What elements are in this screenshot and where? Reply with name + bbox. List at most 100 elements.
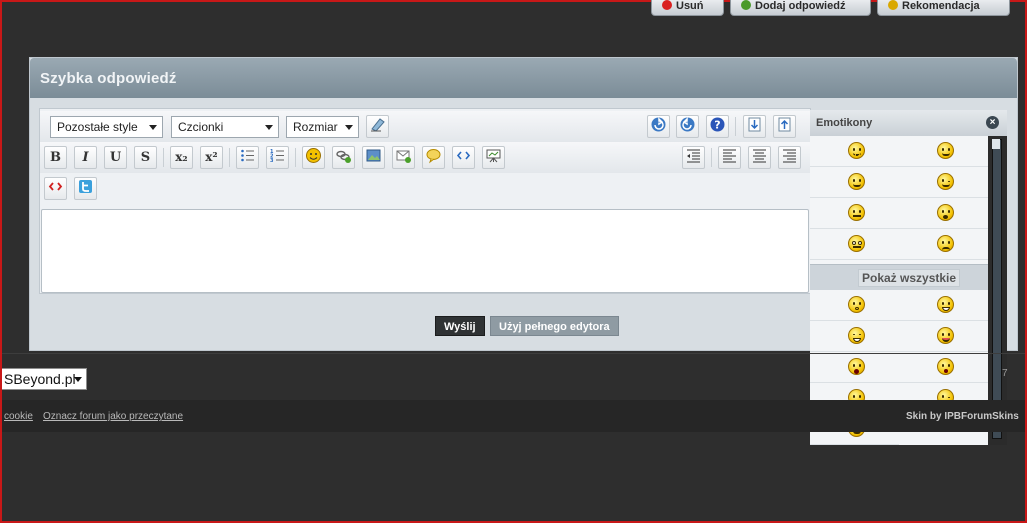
emoticon-neutral[interactable]	[810, 198, 899, 229]
emoticon-grid-top	[810, 136, 988, 264]
emoticon-ohmy[interactable]	[810, 290, 899, 321]
decrease-size-button[interactable]	[743, 115, 766, 138]
emoticon-shocked[interactable]	[810, 352, 899, 383]
emoticon-confused[interactable]	[810, 136, 899, 167]
numbered-list-icon: 123	[270, 149, 284, 164]
chevron-down-icon	[74, 377, 82, 382]
show-all-button[interactable]: Pokaż wszystkie	[858, 269, 961, 287]
skin-select[interactable]: SBeyond.pl	[2, 368, 87, 390]
emoticon-happy[interactable]	[810, 321, 899, 352]
align-right-button[interactable]	[778, 146, 801, 169]
toolbar-separator	[163, 148, 164, 167]
redo-icon	[651, 117, 666, 132]
align-left-icon	[723, 149, 736, 163]
rolleyes-face-icon	[848, 235, 865, 252]
cookie-link[interactable]: cookie	[4, 411, 33, 422]
emoticon-smile[interactable]	[810, 167, 899, 198]
twitter-button[interactable]	[74, 177, 97, 200]
emoticon-angry[interactable]	[899, 229, 988, 260]
emoticons-scrollbar[interactable]	[988, 136, 1007, 445]
emoticon-button[interactable]	[302, 146, 325, 169]
close-icon[interactable]: ×	[986, 116, 999, 129]
numbered-list-button[interactable]: 123	[266, 146, 289, 169]
insert-quote-button[interactable]	[422, 146, 445, 169]
align-right-icon	[783, 149, 796, 163]
style-select[interactable]: Pozostałe style	[50, 116, 163, 138]
scrollbar-arrow[interactable]	[992, 139, 1000, 149]
emoticon-tongue[interactable]	[899, 321, 988, 352]
outdent-icon	[687, 149, 700, 163]
remove-format-button[interactable]	[366, 115, 389, 138]
emoticon-rolleyes[interactable]	[810, 229, 899, 260]
image-icon	[366, 149, 381, 162]
bold-button[interactable]: B	[44, 146, 67, 169]
scrollbar-thumb[interactable]	[992, 139, 1002, 439]
angry-face-icon	[937, 235, 954, 252]
message-textarea[interactable]	[41, 209, 809, 293]
underline-button[interactable]: U	[104, 146, 127, 169]
twitter-icon	[79, 180, 92, 193]
help-button[interactable]: ?	[706, 115, 729, 138]
neutral-face-icon	[848, 204, 865, 221]
emoticons-panel: Emotikony × Pokaż wszystkie	[810, 110, 1007, 445]
mark-forum-read-link[interactable]: Oznacz forum jako przeczytane	[43, 411, 183, 422]
delete-post-button[interactable]: Usuń	[651, 0, 724, 16]
undo-button[interactable]	[676, 115, 699, 138]
toolbar-separator	[735, 117, 736, 136]
emoticon-laugh[interactable]	[899, 290, 988, 321]
outdent-button[interactable]	[682, 146, 705, 169]
emoticon-worried[interactable]	[899, 352, 988, 383]
chevron-down-icon	[265, 125, 273, 130]
add-reply-button[interactable]: Dodaj odpowiedź	[730, 0, 871, 16]
emoticon-surprised[interactable]	[899, 198, 988, 229]
tongue-face-icon	[937, 327, 954, 344]
emoticon-wink[interactable]	[899, 167, 988, 198]
skin-credit: Skin by IPBForumSkins	[906, 411, 1019, 422]
happy-face-icon	[848, 327, 865, 344]
code-icon	[456, 151, 471, 160]
insert-code-button[interactable]	[452, 146, 475, 169]
toolbar-row-2: B I U S x₂ x² 123	[40, 142, 810, 173]
full-editor-button[interactable]: Użyj pełnego edytora	[490, 316, 619, 336]
emoticon-thumbs-up[interactable]	[899, 136, 988, 167]
panel-title: Szybka odpowiedź	[30, 58, 1017, 98]
toolbar-separator	[295, 148, 296, 167]
toolbar-row-1: Pozostałe style Czcionki Rozmiar ?	[40, 111, 810, 142]
submit-button[interactable]: Wyślij	[435, 316, 485, 336]
thumbs-up-face-icon	[937, 142, 954, 159]
align-center-button[interactable]	[748, 146, 771, 169]
insert-media-button[interactable]	[482, 146, 505, 169]
footer-page-fragment: 7	[1002, 368, 1008, 379]
svg-text:3: 3	[270, 158, 274, 164]
arrow-up-icon	[778, 117, 791, 132]
strikethrough-button[interactable]: S	[134, 146, 157, 169]
undo-icon	[680, 117, 695, 132]
ohmy-face-icon	[848, 296, 865, 313]
recommend-button[interactable]: Rekomendacja	[877, 0, 1010, 16]
email-icon	[396, 150, 411, 163]
increase-size-button[interactable]	[773, 115, 796, 138]
superscript-button[interactable]: x²	[200, 146, 223, 169]
svg-text:?: ?	[714, 119, 720, 132]
insert-link-button[interactable]	[332, 146, 355, 169]
subscript-button[interactable]: x₂	[170, 146, 193, 169]
footer-divider	[2, 353, 1025, 354]
recommend-icon	[888, 0, 898, 10]
help-icon: ?	[710, 117, 725, 132]
presentation-icon	[486, 149, 501, 163]
insert-image-button[interactable]	[362, 146, 385, 169]
font-select[interactable]: Czcionki	[171, 116, 279, 138]
insert-email-button[interactable]	[392, 146, 415, 169]
delete-icon	[662, 0, 672, 10]
worried-face-icon	[937, 358, 954, 375]
align-left-button[interactable]	[718, 146, 741, 169]
source-mode-button[interactable]	[44, 177, 67, 200]
rich-text-editor: Pozostałe style Czcionki Rozmiar ? B I U…	[39, 108, 811, 294]
bullet-list-button[interactable]	[236, 146, 259, 169]
italic-button[interactable]: I	[74, 146, 97, 169]
source-code-icon	[48, 182, 63, 191]
redo-button[interactable]	[647, 115, 670, 138]
toolbar-row-3	[40, 173, 810, 204]
size-select[interactable]: Rozmiar	[286, 116, 359, 138]
laugh-face-icon	[937, 296, 954, 313]
